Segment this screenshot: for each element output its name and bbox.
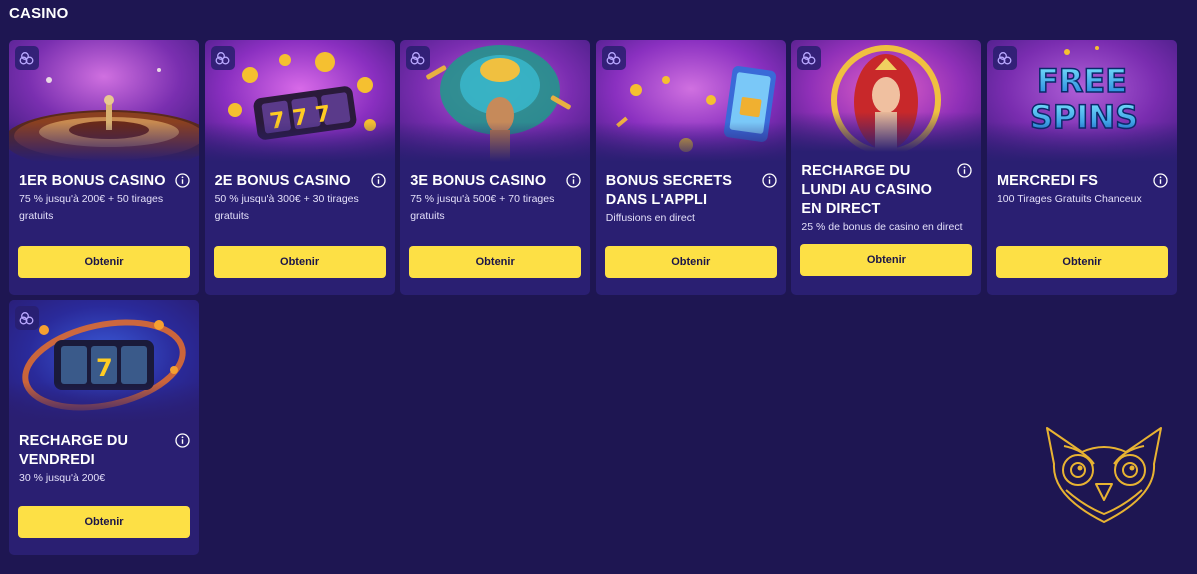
- info-icon[interactable]: [1153, 173, 1168, 188]
- obtain-button[interactable]: Obtenir: [995, 246, 1168, 278]
- card-description: 25 % de bonus de casino en direct: [801, 221, 963, 233]
- free-spins-line-2: SPINS: [1030, 98, 1138, 136]
- card-title: 2E BONUS CASINO: [214, 173, 351, 189]
- info-icon[interactable]: [566, 173, 581, 188]
- rings-icon: [15, 46, 39, 70]
- section-title: CASINO: [9, 5, 69, 22]
- card-description: 75 % jusqu'à 500€ + 70 tirages gratuits: [410, 193, 555, 222]
- card-title: 3E BONUS CASINO: [410, 173, 547, 189]
- bonus-card[interactable]: 1ER BONUS CASINO 75 % jusqu'à 200€ + 50 …: [9, 40, 199, 295]
- bonus-card[interactable]: FREE SPINS MERCREDI FS 100 Tirages Gratu…: [986, 40, 1177, 295]
- bonus-card[interactable]: BONUS SECRETS DANS L'APPLI Diffusions en…: [595, 40, 786, 295]
- card-title: 1ER BONUS CASINO: [19, 173, 166, 189]
- obtain-button[interactable]: Obtenir: [213, 246, 386, 278]
- bonus-card[interactable]: 3E BONUS CASINO 75 % jusqu'à 500€ + 70 t…: [400, 40, 591, 295]
- card-image-carnival: [400, 40, 591, 162]
- card-description: 30 % jusqu'à 200€: [19, 472, 106, 484]
- card-title: BONUS SECRETS DANS L'APPLI: [605, 173, 732, 208]
- card-description: 75 % jusqu'à 200€ + 50 tirages gratuits: [19, 193, 164, 222]
- card-image-phone-gift: [595, 40, 786, 162]
- bonus-card[interactable]: RECHARGE DU LUNDI AU CASINO EN DIRECT 25…: [791, 40, 982, 295]
- info-icon[interactable]: [370, 173, 386, 188]
- obtain-button[interactable]: Obtenir: [604, 246, 777, 278]
- svg-text:7: 7: [96, 354, 113, 382]
- rings-icon: [797, 46, 822, 70]
- bonus-card[interactable]: 7 7 7 2E BONUS CASINO 50 % jusqu'à 300€ …: [204, 40, 395, 295]
- rings-icon: [210, 46, 235, 70]
- info-icon[interactable]: [762, 173, 777, 188]
- bonus-grid: 1ER BONUS CASINO 75 % jusqu'à 200€ + 50 …: [9, 40, 1189, 555]
- bonus-card[interactable]: 7 RECHARGE DU VENDREDI 30 % jusqu'à 200€…: [9, 300, 199, 555]
- card-title: MERCREDI FS: [996, 173, 1098, 189]
- obtain-button[interactable]: Obtenir: [800, 244, 973, 276]
- card-title: RECHARGE DU LUNDI AU CASINO EN DIRECT: [801, 163, 933, 217]
- card-image-slot-777: 7 7 7: [204, 40, 395, 162]
- rings-icon: [992, 46, 1017, 70]
- info-icon[interactable]: [175, 173, 190, 188]
- card-image-free-spins: FREE SPINS: [986, 40, 1177, 162]
- obtain-button[interactable]: Obtenir: [409, 246, 582, 278]
- rings-icon: [406, 46, 431, 70]
- card-description: Diffusions en direct: [605, 212, 695, 224]
- card-description: 50 % jusqu'à 300€ + 30 tirages gratuits: [214, 193, 359, 222]
- card-image-queen: [791, 40, 982, 152]
- rings-icon: [601, 46, 626, 70]
- card-image-roulette: [9, 40, 199, 162]
- info-icon[interactable]: [175, 433, 190, 448]
- obtain-button[interactable]: Obtenir: [18, 246, 190, 278]
- free-spins-line-1: FREE: [1037, 62, 1127, 100]
- info-icon[interactable]: [957, 163, 973, 178]
- obtain-button[interactable]: Obtenir: [18, 506, 190, 538]
- card-description: 100 Tirages Gratuits Chanceux: [996, 193, 1142, 205]
- card-image-slot-fire: 7: [9, 300, 199, 422]
- owl-icon: [1046, 427, 1162, 523]
- rings-icon: [15, 306, 39, 330]
- card-title: RECHARGE DU VENDREDI: [19, 433, 129, 468]
